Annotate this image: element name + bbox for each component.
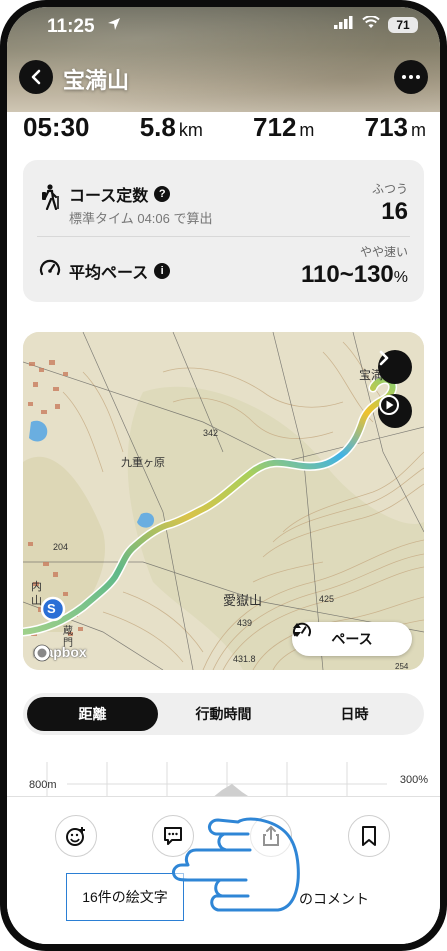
stat-descent: 713 m [364, 112, 426, 142]
play-icon [379, 395, 399, 415]
stat-ascent: 712 m [253, 112, 315, 142]
course-constant-value: 16 [381, 198, 408, 225]
emoji-reaction-button[interactable] [55, 815, 97, 857]
info-icon[interactable]: i [154, 263, 171, 279]
map-label-342: 342 [203, 428, 219, 438]
location-arrow-icon [107, 17, 121, 36]
start-marker-label: S [47, 601, 56, 616]
average-pace-row[interactable]: 平均ペース i やや速い 110~130% [37, 236, 410, 294]
stat-distance: 5.8 km [139, 112, 203, 142]
pointing-hand-icon [172, 817, 300, 912]
speedometer-icon [39, 259, 61, 276]
chevron-left-icon [31, 69, 41, 85]
pace-axis-label: 300% [399, 774, 428, 786]
mapbox-logo-icon [33, 644, 51, 662]
bookmark-button[interactable] [348, 815, 390, 857]
map-label-204: 204 [53, 542, 69, 552]
stat-duration: 05:30 [23, 112, 90, 142]
route-map[interactable]: S 宝満 九重ヶ原 愛嶽山 342 425 439 431.8 254 204 … [23, 332, 424, 670]
course-constant-row[interactable]: コース定数 ? 標準タイム 04:06 で算出 ふつう 16 [23, 174, 424, 234]
graph-axis-selector: 距離 行動時間 日時 [23, 693, 424, 735]
more-options-button[interactable] [394, 60, 428, 94]
battery-indicator: 71 [388, 17, 418, 33]
bookmark-icon [362, 826, 376, 846]
map-play-button[interactable] [378, 394, 412, 428]
course-card: コース定数 ? 標準タイム 04:06 で算出 ふつう 16 平均ペース i や… [23, 160, 424, 302]
tab-moving-time[interactable]: 行動時間 [158, 697, 289, 731]
elevation-axis-label: 800m [29, 779, 57, 791]
map-label-yama: 山 [31, 595, 42, 607]
chevron-right-icon [379, 350, 389, 366]
tab-distance[interactable]: 距離 [27, 697, 158, 731]
help-icon[interactable]: ? [154, 186, 171, 202]
signal-icon [334, 16, 354, 34]
screen: 11:25 71 宝満山 05:30 5.8 km 712 m 713 m コー… [7, 7, 440, 944]
updown-chevron-icon [293, 623, 301, 637]
pace-value: 110~130% [300, 261, 408, 288]
map-label-atago: 愛嶽山 [223, 593, 263, 608]
more-dot-icon [402, 75, 406, 79]
map-label-425: 425 [319, 594, 335, 604]
comments-link[interactable]: のコメント [299, 889, 369, 909]
back-button[interactable] [19, 60, 53, 94]
map-label-254: 254 [395, 662, 409, 670]
mapbox-logo: mapbox [33, 644, 87, 662]
status-bar: 11:25 71 [7, 7, 440, 43]
status-icons: 71 [334, 15, 418, 34]
course-constant-label: コース定数 ? [69, 182, 171, 206]
map-label-431: 431.8 [233, 654, 256, 664]
phone-frame: 11:25 71 宝満山 05:30 5.8 km 712 m 713 m コー… [0, 0, 447, 951]
wifi-icon [362, 15, 380, 34]
pace-layer-selector[interactable]: ペース [292, 622, 412, 656]
hiker-icon [42, 184, 59, 210]
emoji-reactions-link[interactable]: 16件の絵文字 [66, 873, 184, 921]
standard-time-text: 標準タイム 04:06 で算出 [69, 211, 213, 226]
average-pace-label: 平均ペース i [69, 259, 171, 283]
pace-rating: やや速い [359, 245, 408, 259]
tab-datetime[interactable]: 日時 [289, 697, 420, 731]
status-time: 11:25 [47, 16, 95, 37]
map-label-439: 439 [237, 618, 253, 628]
page-title: 宝満山 [63, 68, 130, 93]
activity-stats: 05:30 5.8 km 712 m 713 m [7, 112, 440, 154]
add-emoji-icon [66, 827, 85, 846]
difficulty-label: ふつう [371, 182, 408, 196]
map-expand-button[interactable] [378, 350, 412, 384]
map-label-kuju: 九重ヶ原 [121, 457, 165, 469]
